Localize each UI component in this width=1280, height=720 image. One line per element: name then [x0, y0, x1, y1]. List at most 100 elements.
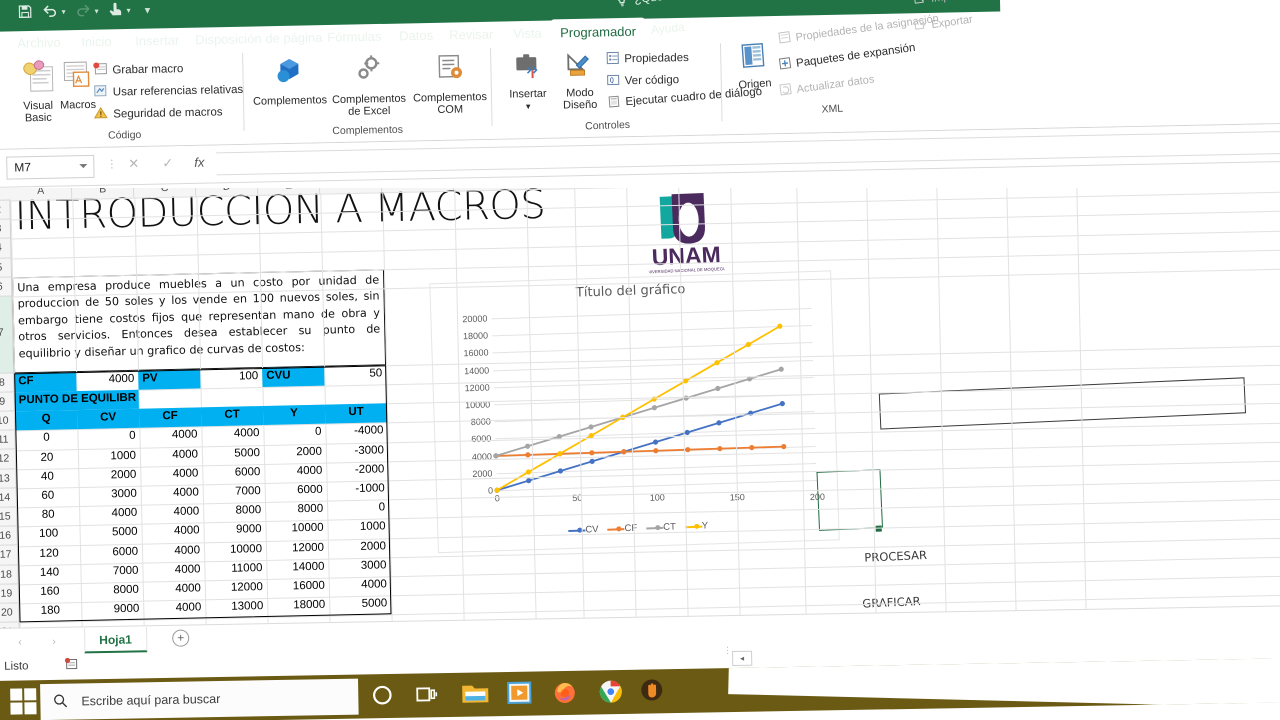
customize-qat-icon[interactable]: ▾ — [145, 4, 151, 17]
row-header-9[interactable]: 9 — [0, 392, 15, 413]
cell[interactable]: 9000 — [203, 521, 265, 542]
redo-icon[interactable] — [75, 3, 90, 20]
row-header-20[interactable]: 20 — [0, 603, 20, 624]
taskbar-search-box[interactable]: Escribe aquí para buscar — [40, 678, 359, 720]
sheet-tab-hoja1[interactable]: Hoja1 — [84, 627, 148, 654]
cell[interactable]: -3000 — [326, 442, 388, 463]
row-header-14[interactable]: 14 — [0, 488, 18, 508]
complementos-excel-button[interactable]: Complementos de Excel — [328, 54, 409, 119]
cell[interactable]: Q — [14, 410, 78, 431]
cell[interactable]: 4000 — [139, 427, 201, 448]
cell[interactable]: 4000 — [141, 523, 203, 544]
cancel-formula-icon[interactable]: ✕ — [128, 156, 139, 172]
quick-access-toolbar[interactable]: ▾ ▾ ▾ ▾ — [17, 1, 150, 23]
row-header-4[interactable]: 4 — [0, 238, 12, 259]
cell[interactable]: 4000 — [142, 542, 204, 563]
cell[interactable]: 10000 — [204, 541, 266, 562]
cell[interactable]: 3000 — [79, 486, 141, 507]
cell[interactable]: 0 — [77, 428, 139, 449]
cell[interactable]: -1000 — [327, 480, 389, 501]
cell[interactable]: 12000 — [266, 539, 328, 560]
modo-diseno-button[interactable]: Modo Diseño — [554, 50, 605, 112]
add-sheet-button[interactable]: + — [172, 629, 190, 647]
cell[interactable]: 60 — [17, 487, 79, 508]
cell[interactable]: 2000 — [78, 467, 140, 488]
cell[interactable]: 7000 — [203, 483, 265, 504]
tell-me-search[interactable]: ¿Qué desea hacer? — [615, 0, 846, 13]
complementos-button[interactable]: Complementos — [252, 55, 327, 107]
row-header-18[interactable]: 18 — [0, 564, 19, 585]
chart-title[interactable]: Título del gráfico — [430, 277, 830, 305]
seguridad-macros-button[interactable]: Seguridad de macros — [93, 103, 223, 123]
row-header-16[interactable]: 16 — [0, 526, 18, 547]
insertar-control-caret-icon[interactable]: ▾ — [501, 100, 555, 114]
paquetes-expansion-button[interactable]: Paquetes de expansión — [778, 40, 916, 73]
touch-mode-icon[interactable] — [108, 1, 122, 20]
cell[interactable]: 160 — [19, 583, 81, 604]
cell[interactable]: 9000 — [81, 601, 143, 622]
next-sheet-icon[interactable]: › — [52, 636, 56, 648]
cell[interactable]: 13000 — [205, 598, 267, 619]
complementos-com-button[interactable]: Complementos COM — [410, 52, 489, 117]
cell[interactable]: 4000 — [142, 561, 204, 582]
row-header-13[interactable]: 13 — [0, 469, 17, 489]
cell[interactable]: 100 — [200, 368, 262, 389]
cell[interactable]: Y — [262, 404, 326, 426]
hand-app-icon[interactable] — [640, 678, 666, 704]
propiedades-button[interactable]: Propiedades — [606, 50, 689, 68]
cell[interactable]: 20 — [16, 449, 78, 470]
usar-referencias-relativas-button[interactable]: Usar referencias relativas — [93, 81, 244, 101]
cell[interactable]: 4000 — [141, 504, 203, 525]
touch-mode-dropdown-icon[interactable]: ▾ — [127, 6, 131, 15]
accept-formula-icon[interactable]: ✓ — [162, 155, 173, 171]
cell[interactable]: 12000 — [205, 579, 267, 600]
cell[interactable]: 4000 — [79, 505, 141, 526]
cell[interactable]: 140 — [18, 564, 80, 585]
cell[interactable]: 6000 — [202, 464, 264, 485]
name-box-dropdown-icon[interactable] — [79, 164, 88, 169]
undo-dropdown-icon[interactable]: ▾ — [62, 7, 66, 16]
row-header-15[interactable]: 15 — [0, 507, 18, 528]
cortana-icon[interactable] — [370, 683, 396, 709]
cell[interactable]: 6000 — [80, 543, 142, 564]
task-view-icon[interactable] — [414, 682, 440, 708]
cell[interactable]: 5000 — [79, 524, 141, 545]
cell[interactable]: 4000 — [76, 371, 138, 392]
row-header-6[interactable]: 6 — [0, 277, 13, 297]
row-header-12[interactable]: 12 — [0, 449, 17, 470]
cell[interactable]: 3000 — [328, 557, 390, 578]
insert-function-icon[interactable]: fx — [194, 155, 204, 170]
cell[interactable]: 4000 — [143, 580, 205, 601]
cell[interactable]: 1000 — [327, 519, 389, 540]
row-header-19[interactable]: 19 — [0, 584, 20, 604]
row-header-8[interactable]: 8 — [0, 373, 15, 393]
cell[interactable]: 120 — [18, 545, 80, 566]
row-header-5[interactable]: 5 — [0, 258, 13, 278]
ver-codigo-button[interactable]: Q Ver código — [607, 72, 680, 89]
cell[interactable]: CT — [200, 406, 264, 427]
cell[interactable]: 5000 — [202, 445, 264, 466]
cell[interactable]: CF — [14, 371, 77, 393]
insertar-control-button[interactable]: Insertar ▾ — [500, 51, 555, 114]
cell[interactable]: CVU — [262, 366, 325, 388]
cell[interactable]: 0 — [263, 424, 325, 445]
cell[interactable]: 5000 — [329, 595, 391, 616]
cell[interactable]: 4000 — [143, 600, 205, 621]
cell[interactable]: 16000 — [267, 578, 329, 599]
cell[interactable]: 8000 — [203, 502, 265, 523]
cell[interactable]: 8000 — [81, 582, 143, 603]
start-button[interactable] — [10, 688, 37, 715]
cell[interactable]: -2000 — [326, 461, 388, 482]
cell[interactable]: 6000 — [265, 482, 327, 503]
row-header-3[interactable]: 3 — [0, 219, 12, 240]
cell[interactable]: 10000 — [265, 520, 327, 541]
row-header-10[interactable]: 10 — [0, 411, 16, 432]
cell[interactable]: 11000 — [204, 560, 266, 581]
cell[interactable]: 8000 — [265, 501, 327, 522]
cell[interactable]: 4000 — [329, 576, 391, 597]
cell[interactable]: 100 — [17, 525, 79, 546]
chart-legend[interactable]: CV CF CT Y — [438, 516, 838, 540]
cell[interactable]: 0 — [327, 499, 389, 520]
cell[interactable]: 0 — [15, 429, 77, 450]
cell[interactable]: 7000 — [80, 562, 142, 583]
